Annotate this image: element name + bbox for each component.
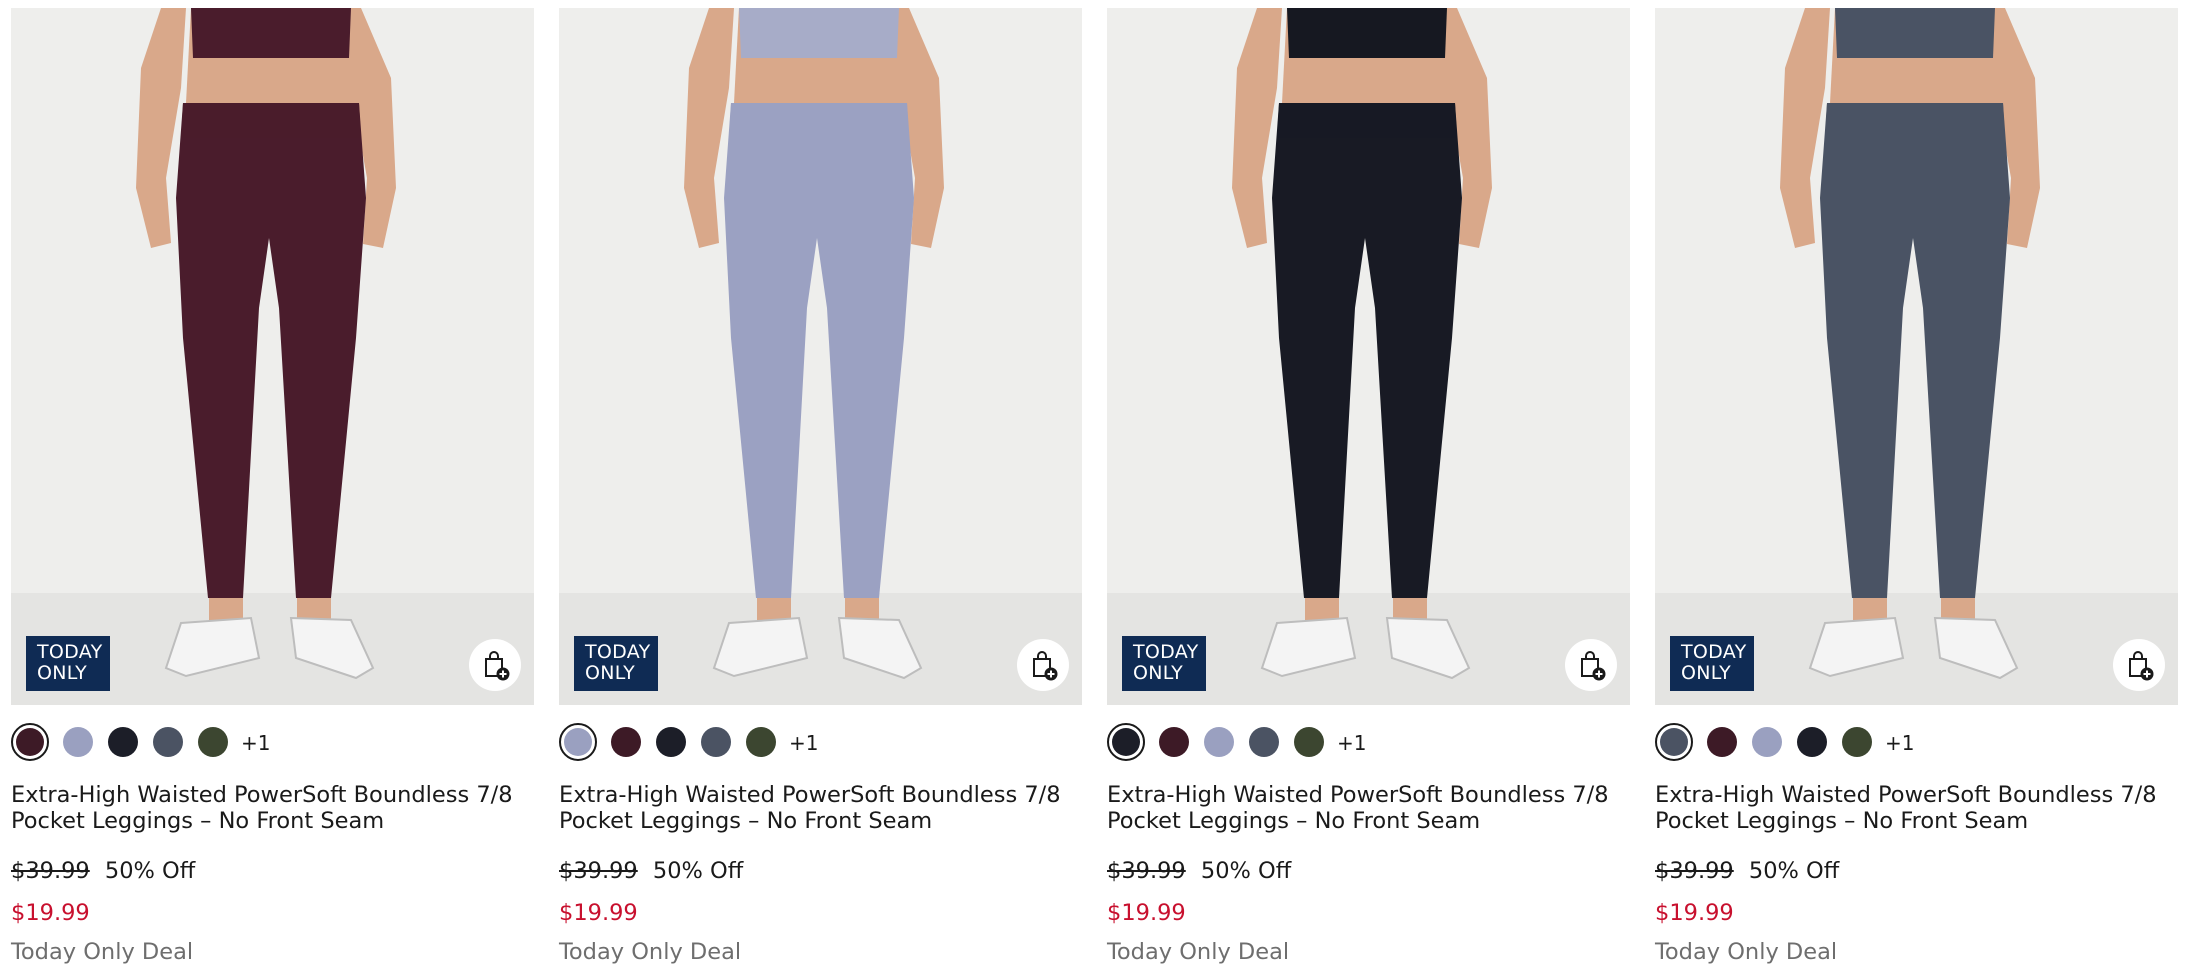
badge-line-2: ONLY bbox=[1681, 662, 1732, 684]
product-image[interactable]: TODAY ONLY bbox=[1107, 8, 1630, 705]
crop-top bbox=[739, 8, 899, 58]
color-swatch[interactable] bbox=[11, 723, 49, 761]
color-swatch[interactable] bbox=[1842, 727, 1872, 757]
color-swatch[interactable] bbox=[1655, 723, 1693, 761]
discount-label: 50% Off bbox=[1748, 858, 1840, 884]
more-colors-link[interactable]: +1 bbox=[789, 731, 818, 755]
color-swatch[interactable] bbox=[1204, 727, 1234, 757]
color-swatch[interactable] bbox=[559, 723, 597, 761]
product-card[interactable]: TODAY ONLY +1 Extra-High Waisted PowerSo… bbox=[1655, 8, 2178, 965]
color-swatch[interactable] bbox=[198, 727, 228, 757]
add-to-bag-icon bbox=[2129, 651, 2154, 681]
color-swatch[interactable] bbox=[153, 727, 183, 757]
badge-line-1: TODAY bbox=[1681, 641, 1747, 663]
discount-label: 50% Off bbox=[652, 858, 744, 884]
add-to-bag-button[interactable] bbox=[2113, 639, 2165, 691]
more-colors-link[interactable]: +1 bbox=[1337, 731, 1366, 755]
color-swatch[interactable] bbox=[746, 727, 776, 757]
color-swatch[interactable] bbox=[108, 727, 138, 757]
color-swatches: +1 bbox=[11, 723, 534, 769]
original-price: $39.99 bbox=[559, 858, 638, 884]
product-card[interactable]: TODAY ONLY +1 Extra-High Waisted PowerSo… bbox=[1107, 8, 1630, 965]
discount-label: 50% Off bbox=[1200, 858, 1292, 884]
badge-line-1: TODAY bbox=[1133, 641, 1199, 663]
add-to-bag-button[interactable] bbox=[1565, 639, 1617, 691]
original-price: $39.99 bbox=[1107, 858, 1186, 884]
badge-line-1: TODAY bbox=[37, 641, 103, 663]
add-to-bag-button[interactable] bbox=[1017, 639, 1069, 691]
product-image[interactable]: TODAY ONLY bbox=[11, 8, 534, 705]
product-name[interactable]: Extra-High Waisted PowerSoft Boundless 7… bbox=[559, 782, 1082, 834]
product-card[interactable]: TODAY ONLY +1 Extra-High Waisted PowerSo… bbox=[559, 8, 1082, 965]
color-swatch[interactable] bbox=[1159, 727, 1189, 757]
product-name[interactable]: Extra-High Waisted PowerSoft Boundless 7… bbox=[1107, 782, 1630, 834]
color-swatch[interactable] bbox=[611, 727, 641, 757]
product-image[interactable]: TODAY ONLY bbox=[1655, 8, 2178, 705]
today-only-badge: TODAY ONLY bbox=[1122, 636, 1206, 691]
more-colors-link[interactable]: +1 bbox=[1885, 731, 1914, 755]
crop-top bbox=[1835, 8, 1995, 58]
price-row: $39.99 50% Off bbox=[11, 857, 195, 885]
sale-price: $19.99 bbox=[559, 900, 638, 926]
product-photo bbox=[11, 8, 534, 705]
waistband bbox=[1277, 103, 1457, 138]
color-swatch[interactable] bbox=[1707, 727, 1737, 757]
price-row: $39.99 50% Off bbox=[1655, 857, 1839, 885]
product-name[interactable]: Extra-High Waisted PowerSoft Boundless 7… bbox=[1655, 782, 2178, 834]
color-swatch-fill bbox=[564, 728, 592, 756]
color-swatch[interactable] bbox=[1294, 727, 1324, 757]
sale-price: $19.99 bbox=[11, 900, 90, 926]
color-swatches: +1 bbox=[559, 723, 1082, 769]
color-swatches: +1 bbox=[1655, 723, 2178, 769]
product-photo bbox=[1655, 8, 2178, 705]
discount-label: 50% Off bbox=[104, 858, 196, 884]
color-swatches: +1 bbox=[1107, 723, 1630, 769]
waistband bbox=[1825, 103, 2005, 138]
product-image[interactable]: TODAY ONLY bbox=[559, 8, 1082, 705]
add-to-bag-icon bbox=[1033, 651, 1058, 681]
price-row: $39.99 50% Off bbox=[1107, 857, 1291, 885]
crop-top bbox=[191, 8, 351, 58]
today-only-badge: TODAY ONLY bbox=[574, 636, 658, 691]
original-price: $39.99 bbox=[11, 858, 90, 884]
today-only-badge: TODAY ONLY bbox=[1670, 636, 1754, 691]
color-swatch[interactable] bbox=[1107, 723, 1145, 761]
waistband bbox=[181, 103, 361, 138]
original-price: $39.99 bbox=[1655, 858, 1734, 884]
product-photo bbox=[559, 8, 1082, 705]
badge-line-1: TODAY bbox=[585, 641, 651, 663]
badge-line-2: ONLY bbox=[1133, 662, 1184, 684]
add-to-bag-icon bbox=[1581, 651, 1606, 681]
product-grid: TODAY ONLY +1 Extra-High Waisted PowerSo… bbox=[0, 0, 2186, 965]
waistband bbox=[729, 103, 909, 138]
more-colors-link[interactable]: +1 bbox=[241, 731, 270, 755]
price-row: $39.99 50% Off bbox=[559, 857, 743, 885]
color-swatch[interactable] bbox=[1249, 727, 1279, 757]
color-swatch[interactable] bbox=[63, 727, 93, 757]
add-to-bag-button[interactable] bbox=[469, 639, 521, 691]
crop-top bbox=[1287, 8, 1447, 58]
product-photo bbox=[1107, 8, 1630, 705]
color-swatch-fill bbox=[1660, 728, 1688, 756]
sale-price: $19.99 bbox=[1655, 900, 1734, 926]
color-swatch-fill bbox=[16, 728, 44, 756]
badge-line-2: ONLY bbox=[37, 662, 88, 684]
product-name[interactable]: Extra-High Waisted PowerSoft Boundless 7… bbox=[11, 782, 534, 834]
product-card[interactable]: TODAY ONLY +1 Extra-High Waisted PowerSo… bbox=[11, 8, 534, 965]
color-swatch[interactable] bbox=[701, 727, 731, 757]
color-swatch[interactable] bbox=[1752, 727, 1782, 757]
sale-price: $19.99 bbox=[1107, 900, 1186, 926]
color-swatch-fill bbox=[1112, 728, 1140, 756]
color-swatch[interactable] bbox=[656, 727, 686, 757]
badge-line-2: ONLY bbox=[585, 662, 636, 684]
today-only-badge: TODAY ONLY bbox=[26, 636, 110, 691]
add-to-bag-icon bbox=[485, 651, 510, 681]
color-swatch[interactable] bbox=[1797, 727, 1827, 757]
